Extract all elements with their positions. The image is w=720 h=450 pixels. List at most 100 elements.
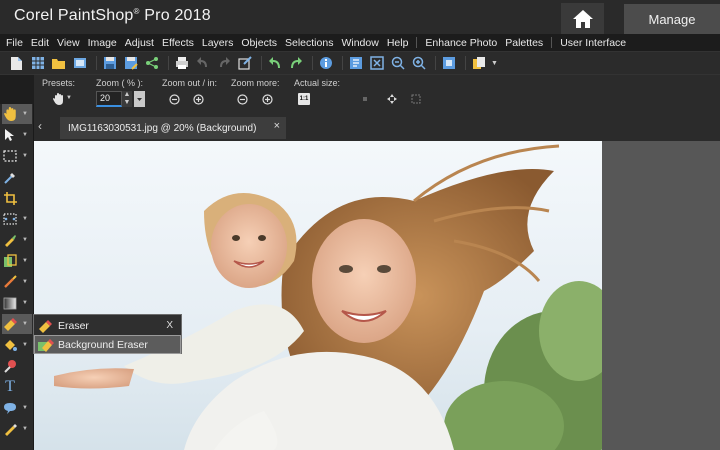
- zoom-more-out-icon[interactable]: [236, 93, 248, 105]
- redo-icon[interactable]: [287, 55, 304, 72]
- zoom-slider-button[interactable]: [134, 91, 145, 107]
- makeover-tool[interactable]: ▼: [2, 230, 32, 250]
- photo-canvas[interactable]: [34, 141, 602, 450]
- pen-tool[interactable]: ▼: [2, 419, 32, 439]
- tool-flyout-arrow[interactable]: ▼: [22, 132, 30, 138]
- copy-icon[interactable]: [470, 55, 487, 72]
- shape-tool[interactable]: ▼: [2, 398, 32, 418]
- menu-layers[interactable]: Layers: [202, 37, 234, 49]
- gradient-tool[interactable]: ▼: [2, 293, 32, 313]
- menu-view[interactable]: View: [57, 37, 80, 49]
- undo-icon[interactable]: [266, 55, 283, 72]
- menu-image[interactable]: Image: [88, 37, 117, 49]
- photo-image: [34, 141, 602, 450]
- document-tab[interactable]: IMG1163030531.jpg @ 20% (Background) ×: [60, 117, 286, 139]
- pan-tool[interactable]: ▼: [2, 104, 32, 124]
- tool-flyout-arrow[interactable]: ▼: [22, 321, 30, 327]
- menu-effects[interactable]: Effects: [162, 37, 194, 49]
- flyout-item-background-eraser[interactable]: Background Eraser: [34, 335, 181, 354]
- background-eraser-icon: [38, 338, 54, 352]
- save-as-icon[interactable]: [122, 55, 139, 72]
- redo-history-icon[interactable]: [215, 55, 232, 72]
- pen-icon: [2, 421, 18, 437]
- tool-flyout-arrow[interactable]: ▼: [22, 426, 30, 432]
- full-screen-icon[interactable]: [440, 55, 457, 72]
- presets-label: Presets:: [42, 78, 76, 88]
- open-icon[interactable]: [50, 55, 67, 72]
- document-close-button[interactable]: ×: [274, 120, 280, 132]
- presets-dropdown-icon[interactable]: ▼: [66, 95, 72, 101]
- image-info-icon[interactable]: [347, 55, 364, 72]
- home-button[interactable]: [561, 3, 604, 34]
- dropper-tool[interactable]: [2, 167, 32, 187]
- tool-flyout-arrow[interactable]: ▼: [22, 342, 30, 348]
- print-icon[interactable]: [173, 55, 190, 72]
- menu-enhance-photo[interactable]: Enhance Photo: [425, 37, 497, 49]
- flyout-item-eraser[interactable]: Eraser X: [34, 316, 181, 335]
- edit-in-icon[interactable]: [236, 55, 253, 72]
- manage-tab[interactable]: Manage: [624, 4, 720, 34]
- paint-brush-tool[interactable]: ▼: [2, 272, 32, 292]
- tool-flyout-arrow[interactable]: ▼: [22, 300, 30, 306]
- presets-hand-icon[interactable]: [52, 93, 64, 105]
- tool-flyout-arrow[interactable]: ▼: [22, 153, 30, 159]
- text-tool[interactable]: T: [2, 377, 32, 397]
- fill-icon: [2, 337, 18, 353]
- pan-fit-icon[interactable]: [386, 93, 398, 105]
- save-icon[interactable]: [101, 55, 118, 72]
- info-icon[interactable]: [317, 55, 334, 72]
- home-icon: [572, 9, 593, 28]
- zoom-spinner[interactable]: ▲ ▼: [122, 91, 132, 107]
- fill-tool[interactable]: ▼: [2, 335, 32, 355]
- zoom-in-icon[interactable]: [410, 55, 427, 72]
- tool-flyout-arrow[interactable]: ▼: [22, 111, 30, 117]
- color-replace-icon: [2, 358, 18, 374]
- menu-help[interactable]: Help: [387, 37, 409, 49]
- menu-palettes[interactable]: Palettes: [505, 37, 543, 49]
- color-replacer-tool[interactable]: [2, 356, 32, 376]
- tool-flyout-arrow[interactable]: ▼: [22, 216, 30, 222]
- tool-flyout-arrow[interactable]: ▼: [22, 279, 30, 285]
- menu-window[interactable]: Window: [341, 37, 378, 49]
- share-icon[interactable]: [143, 55, 160, 72]
- tool-flyout-arrow[interactable]: ▼: [22, 405, 30, 411]
- document-tab-row: ‹ IMG1163030531.jpg @ 20% (Background) ×: [34, 113, 720, 141]
- menu-adjust[interactable]: Adjust: [125, 37, 154, 49]
- menu-edit[interactable]: Edit: [31, 37, 49, 49]
- browse-icon[interactable]: [71, 55, 88, 72]
- zoom-label: Zoom ( % ):: [96, 78, 144, 88]
- zoom-out-option-icon[interactable]: [168, 93, 180, 105]
- menu-objects[interactable]: Objects: [241, 37, 277, 49]
- pick-tool[interactable]: ▼: [2, 125, 32, 145]
- menu-user-interface[interactable]: User Interface: [560, 37, 626, 49]
- zoom-percent-input[interactable]: 20: [96, 91, 122, 107]
- straighten-tool[interactable]: ▼: [2, 209, 32, 229]
- image-workspace[interactable]: [34, 141, 720, 450]
- fit-window-icon[interactable]: [368, 55, 385, 72]
- menu-selections[interactable]: Selections: [285, 37, 333, 49]
- toolbar-divider: [435, 56, 436, 70]
- flyout-eraser-shortcut: X: [166, 320, 173, 331]
- actual-size-button[interactable]: 1:1: [298, 93, 310, 105]
- menu-bar: File Edit View Image Adjust Effects Laye…: [0, 34, 720, 51]
- copy-dropdown-icon[interactable]: ▼: [491, 60, 498, 67]
- eraser-tool[interactable]: ▼: [2, 314, 32, 334]
- zoom-more-in-icon[interactable]: [261, 93, 273, 105]
- eraser-icon: [2, 316, 18, 332]
- menu-file[interactable]: File: [6, 37, 23, 49]
- undo-history-icon[interactable]: [194, 55, 211, 72]
- new-icon[interactable]: [8, 55, 25, 72]
- zoom-in-option-icon[interactable]: [192, 93, 204, 105]
- tab-scroll-left-button[interactable]: ‹: [38, 119, 42, 133]
- zoom-out-icon[interactable]: [389, 55, 406, 72]
- grid-dot-icon[interactable]: [359, 93, 371, 105]
- selection-tool[interactable]: ▼: [2, 146, 32, 166]
- hand-icon: [2, 106, 18, 122]
- new-from-template-icon[interactable]: [29, 55, 46, 72]
- clone-tool[interactable]: ▼: [2, 251, 32, 271]
- crop-tool[interactable]: [2, 188, 32, 208]
- fit-screen-icon[interactable]: [410, 93, 422, 105]
- flyout-eraser-label: Eraser: [58, 319, 89, 332]
- tool-flyout-arrow[interactable]: ▼: [22, 258, 30, 264]
- tool-flyout-arrow[interactable]: ▼: [22, 237, 30, 243]
